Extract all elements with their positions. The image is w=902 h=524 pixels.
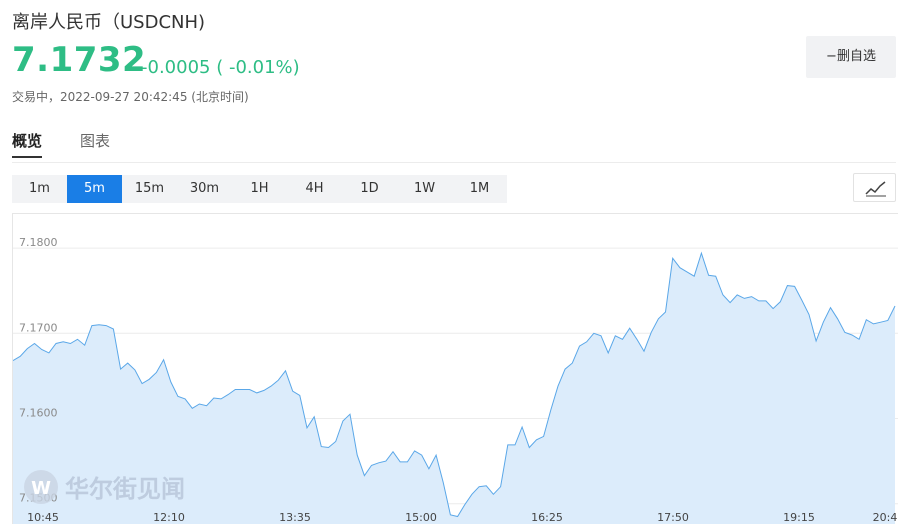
line-chart-icon	[865, 181, 886, 197]
trading-status: 交易中，2022-09-27 20:42:45 (北京时间)	[12, 90, 249, 104]
period-1d[interactable]: 1D	[342, 175, 397, 203]
period-30m[interactable]: 30m	[177, 175, 232, 203]
watermark: W 华尔街见闻	[24, 470, 185, 504]
x-tick-label: 19:15	[783, 511, 815, 524]
x-tick-label: 17:50	[657, 511, 689, 524]
y-tick-label: 7.1800	[19, 236, 58, 249]
price-chart-svg: 7.18007.17007.16007.150010:4512:1013:351…	[13, 236, 898, 524]
tabs-divider	[12, 162, 896, 163]
period-selector: 1m 5m 15m 30m 1H 4H 1D 1W 1M	[12, 175, 507, 203]
x-tick-label: 10:45	[27, 511, 59, 524]
x-tick-label: 15:00	[405, 511, 437, 524]
tab-chart[interactable]: 图表	[80, 130, 110, 158]
period-1w[interactable]: 1W	[397, 175, 452, 203]
period-5m[interactable]: 5m	[67, 175, 122, 203]
period-15m[interactable]: 15m	[122, 175, 177, 203]
tab-overview[interactable]: 概览	[12, 130, 43, 158]
price-change-value: -0.0005	[141, 57, 211, 78]
price-change-percent: ( -0.01%)	[216, 57, 300, 78]
y-tick-label: 7.1700	[19, 321, 58, 334]
x-tick-label: 20:4	[873, 511, 898, 524]
remove-watchlist-button[interactable]: −删自选	[806, 36, 896, 78]
x-tick-label: 12:10	[153, 511, 185, 524]
svg-text:W: W	[31, 478, 51, 499]
price-change: -0.0005 ( -0.01%)	[141, 57, 300, 78]
x-tick-label: 16:25	[531, 511, 563, 524]
period-1mo[interactable]: 1M	[452, 175, 507, 203]
last-price: 7.1732	[12, 40, 147, 80]
x-tick-label: 13:35	[279, 511, 311, 524]
watermark-text: 华尔街见闻	[65, 474, 185, 503]
y-tick-label: 7.1600	[19, 406, 58, 419]
period-4h[interactable]: 4H	[287, 175, 342, 203]
chart-type-button[interactable]	[853, 173, 896, 202]
tab-bar: 概览 图表	[12, 130, 110, 158]
period-1m[interactable]: 1m	[12, 175, 67, 203]
price-chart[interactable]: 7.18007.17007.16007.150010:4512:1013:351…	[12, 213, 898, 524]
period-1h[interactable]: 1H	[232, 175, 287, 203]
asset-title: 离岸人民币（USDCNH)	[12, 12, 206, 33]
